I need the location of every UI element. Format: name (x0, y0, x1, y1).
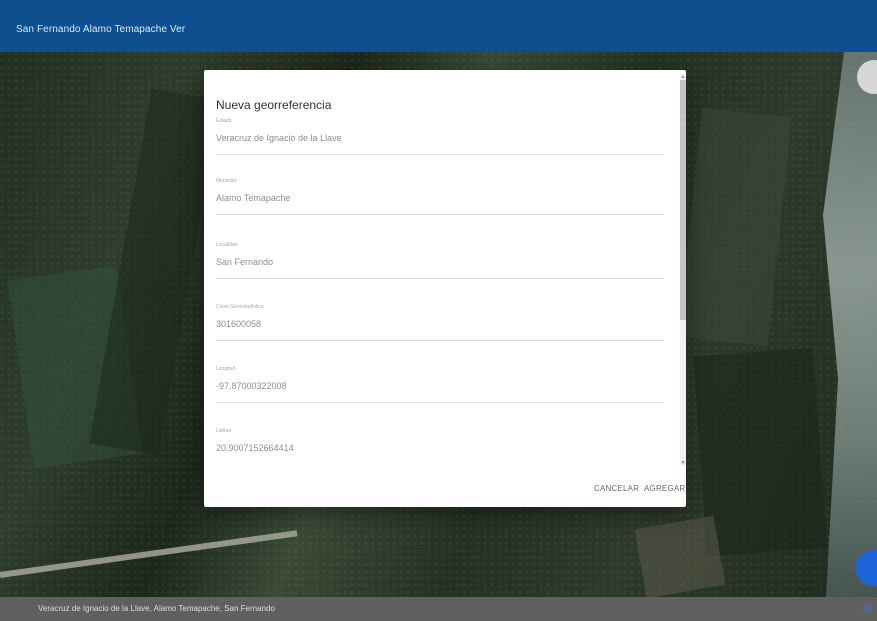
form-field-latitude[interactable]: Latitud 20.9007152664414 (216, 428, 664, 462)
field-label: Clave Geoestadística (216, 304, 264, 310)
top-app-bar: San Fernando Alamo Temapache Ver (0, 0, 877, 52)
form-field-geostatistical-key[interactable]: Clave Geoestadística 301600058 (216, 304, 664, 341)
cancel-button[interactable]: CANCELAR (594, 484, 639, 493)
form-field-longitude[interactable]: Longitud -97.87000322008 (216, 366, 664, 403)
field-value[interactable]: 20.9007152664414 (216, 443, 294, 453)
field-value[interactable]: 301600058 (216, 319, 261, 329)
map-river (823, 52, 877, 597)
field-label: Localidad (216, 242, 238, 248)
field-value[interactable]: San Fernando (216, 257, 273, 267)
map-field-area (634, 515, 726, 597)
form-field-locality[interactable]: Localidad San Fernando (216, 242, 664, 279)
dialog-title: Nueva georreferencia (216, 98, 332, 112)
form-field-state[interactable]: Estado Veracruz de Ignacio de la Llave (216, 118, 664, 155)
dialog-scrollbar[interactable]: ▲ ▼ (680, 74, 686, 466)
field-label: Longitud (216, 366, 236, 372)
scrollbar-thumb[interactable] (680, 80, 686, 320)
field-value[interactable]: Alamo Temapache (216, 193, 290, 203)
globe-icon: ◎ (863, 603, 872, 614)
form-field-municipality[interactable]: Municipio Alamo Temapache (216, 178, 664, 215)
dialog-form: Estado Veracruz de Ignacio de la Llave M… (204, 118, 676, 462)
field-value[interactable]: Veracruz de Ignacio de la Llave (216, 133, 342, 143)
scroll-down-icon[interactable]: ▼ (680, 460, 686, 466)
new-georeference-dialog: Nueva georreferencia Estado Veracruz de … (204, 70, 686, 507)
add-button[interactable]: AGREGAR (644, 484, 685, 493)
location-text: Veracruz de Ignacio de la Llave, Alamo T… (38, 604, 275, 613)
field-label: Estado (216, 118, 232, 124)
field-label: Latitud (216, 428, 232, 434)
bottom-location-bar: Veracruz de Ignacio de la Llave, Alamo T… (0, 597, 877, 621)
field-label: Municipio (216, 178, 238, 184)
map-road (0, 530, 298, 578)
dialog-actions: CANCELAR AGREGAR (204, 470, 686, 507)
map-field-area (678, 107, 792, 347)
field-value[interactable]: -97.87000322008 (216, 381, 287, 391)
app-title: San Fernando Alamo Temapache Ver (16, 24, 186, 35)
